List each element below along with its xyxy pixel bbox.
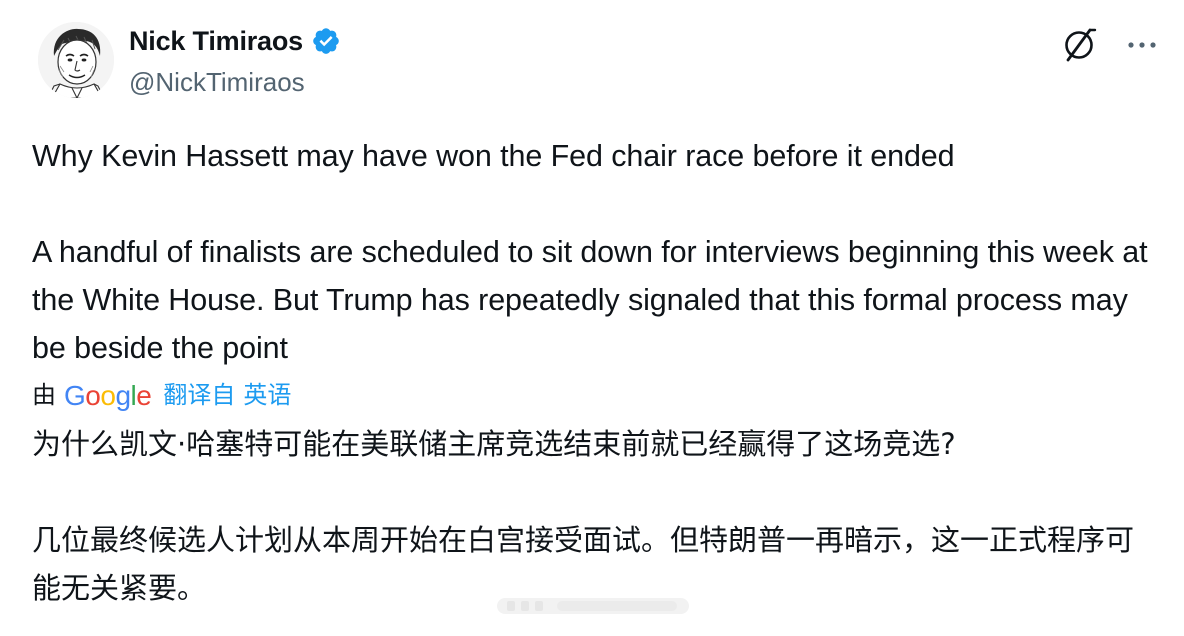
verified-badge-icon[interactable] <box>311 26 341 56</box>
avatar[interactable] <box>38 22 114 98</box>
translation-source-language[interactable]: 英语 <box>243 378 291 414</box>
avatar-sketch-portrait <box>38 22 114 98</box>
more-options-icon[interactable] <box>1124 27 1160 63</box>
author-name-row: Nick Timiraos <box>129 24 341 58</box>
author-handle[interactable]: @NickTimiraos <box>129 65 305 99</box>
google-logo-icon: Google <box>64 380 152 411</box>
grok-icon[interactable] <box>1060 26 1098 64</box>
translated-tweet-text: 为什么凯文·哈塞特可能在美联储主席竞选结束前就已经赢得了这场竞选? 几位最终候选… <box>32 427 1135 605</box>
tweet-top-actions <box>1060 26 1160 64</box>
watermark-icon <box>497 598 689 614</box>
translation-from-label[interactable]: 翻译自 <box>163 378 235 414</box>
translation-attribution[interactable]: 由 Google 翻译自 英语 <box>32 378 291 414</box>
author-display-name[interactable]: Nick Timiraos <box>129 24 303 58</box>
translation-by-label: 由 <box>32 382 56 409</box>
tweet-text: Why Kevin Hassett may have won the Fed c… <box>32 139 1148 365</box>
